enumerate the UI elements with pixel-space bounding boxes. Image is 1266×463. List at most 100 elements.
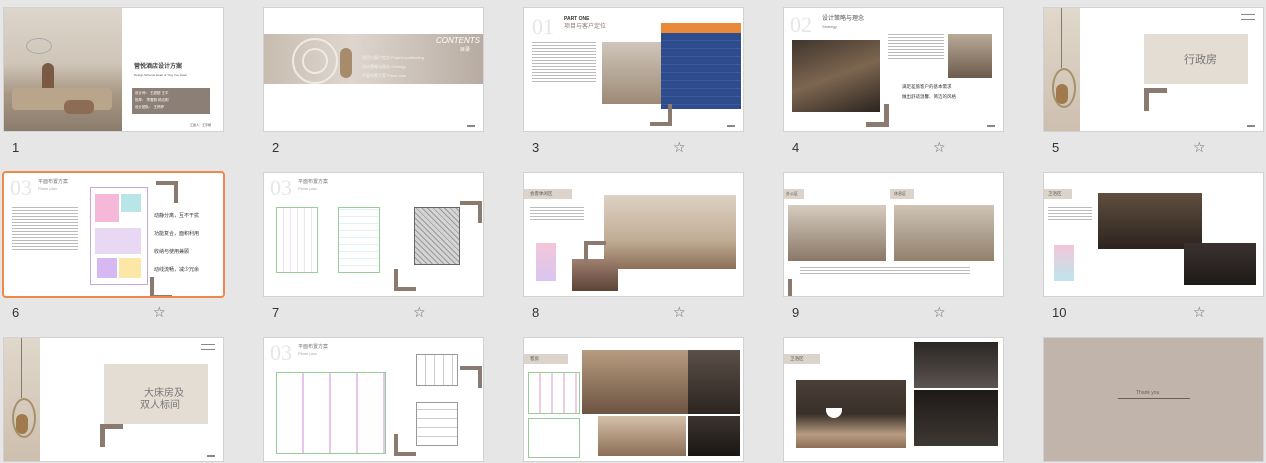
section-number: 03	[10, 175, 32, 200]
data-table	[661, 33, 741, 109]
slide-subtitle: Design Scheme Hotel of Ying Yue Hotel	[134, 73, 187, 77]
vanity-photo	[1098, 193, 1202, 249]
elevation-bottom	[416, 402, 458, 446]
section-drawing	[528, 418, 580, 458]
slide-sub: Plane plan	[38, 186, 57, 191]
contents-title: CONTENTS	[436, 36, 480, 45]
slide-thumbnail-7[interactable]: 03 平面布置方案 Plane plan	[264, 173, 483, 296]
contents-sub: 目录	[460, 47, 471, 53]
room-plan	[528, 372, 580, 414]
slide-thumbnail-15[interactable]: Thank you	[1044, 338, 1263, 461]
body-text	[532, 42, 596, 84]
slide-thumbnail-9[interactable]: 办公区 休息区	[784, 173, 1003, 296]
office-photo	[788, 205, 886, 261]
slide-thumbnail-5[interactable]: 行政房	[1044, 8, 1263, 131]
toc-item-2: 设计策略与理念 Strategy	[362, 64, 407, 69]
slide-thumbnail-11[interactable]: 大床房及 双人标间	[4, 338, 223, 461]
shower-photo	[914, 342, 998, 388]
area-label: 卫浴区	[1048, 191, 1062, 196]
section-number: 03	[270, 175, 292, 200]
slide-title: 项目与客户定位	[564, 24, 607, 30]
slide-sub: Plane plan	[298, 351, 317, 356]
star-outline-icon[interactable]: ☆	[933, 140, 947, 154]
rest-photo	[894, 205, 994, 261]
slide-number: 4	[792, 140, 800, 155]
slide-title: Thank you	[1136, 390, 1160, 396]
toc-item-3: 平面布置方案 Plane plan	[362, 73, 407, 78]
design-note-4: 动线流畅，减少冗余	[154, 267, 200, 273]
slide-title: 平面布置方案	[298, 179, 329, 185]
basin-photo	[796, 380, 906, 448]
floor-plan	[90, 187, 148, 285]
toilet-photo	[914, 390, 998, 446]
body-text	[800, 267, 970, 276]
slide-thumbnail-1[interactable]: 营悦酒店设计方案 Design Scheme Hotel of Ying Yue…	[4, 8, 223, 131]
area-label-left: 办公区	[786, 191, 798, 196]
star-outline-icon[interactable]: ☆	[673, 140, 687, 154]
presenter: 汇报人：王宇翔	[190, 123, 212, 127]
slide-title: 设计策略与理念	[822, 16, 865, 22]
window-photo	[688, 350, 740, 414]
room-photo	[602, 42, 662, 104]
slide-sub: Plane plan	[298, 186, 317, 191]
slide-sub: Strategy	[822, 24, 837, 29]
slide-thumbnail-8[interactable]: 会客休闲区	[524, 173, 743, 296]
body-text	[12, 207, 78, 252]
floor-plan-b	[338, 207, 380, 273]
star-outline-icon[interactable]: ☆	[153, 305, 167, 319]
slide-number: 3	[532, 140, 540, 155]
orange-header	[661, 23, 741, 33]
mini-plan	[1054, 245, 1074, 281]
star-outline-icon[interactable]: ☆	[933, 305, 947, 319]
slide-thumbnail-14[interactable]: 卫浴区	[784, 338, 1003, 461]
section-number: 02	[790, 12, 812, 37]
section-number: 01	[532, 14, 554, 39]
elevation-top	[416, 354, 458, 386]
meta-box: 设计师： 王甜甜 王平 指导： 李雪丽 杨志刚 设计团队： 王婷婷	[132, 88, 210, 114]
slide-thumbnail-6[interactable]: 03 平面布置方案 Plane plan 动静分离，互不干扰 功能复合，面积利用…	[4, 173, 223, 296]
area-label: 卫浴区	[790, 356, 804, 361]
slide-title: 平面布置方案	[298, 344, 329, 350]
slide-thumbnail-2[interactable]: CONTENTS 目录 项目与客户定位 Project positioning …	[264, 8, 483, 131]
section-number: 03	[270, 340, 292, 365]
quote-2: 做出舒适温馨、简洁的风格	[902, 94, 956, 99]
design-note-3: 收纳与使用兼顾	[154, 249, 190, 255]
lounge-photo	[604, 195, 736, 269]
mini-plan	[536, 243, 556, 281]
strategy-text	[888, 34, 944, 61]
toc-item-1: 项目与客户定位 Project positioning	[362, 55, 424, 60]
lamp-detail-photo	[688, 416, 740, 456]
area-label: 会客休闲区	[530, 191, 553, 196]
slide-title: 平面布置方案	[38, 179, 69, 185]
part-label: PART ONE	[564, 16, 590, 22]
slide-title: 行政房	[1184, 54, 1217, 66]
divider	[1118, 398, 1190, 399]
slide-number: 10	[1052, 305, 1067, 320]
slide-thumbnail-13[interactable]: 客房	[524, 338, 743, 461]
design-note-2: 功能复合，面积利用	[154, 231, 200, 237]
floor-plan-a	[276, 207, 318, 273]
ceiling-plan	[414, 207, 460, 265]
pendant-lamp-photo	[4, 338, 40, 461]
slide-number: 1	[12, 140, 20, 155]
star-outline-icon[interactable]: ☆	[1193, 305, 1207, 319]
design-note-1: 动静分离，互不干扰	[154, 213, 200, 219]
bedroom-photo	[582, 350, 690, 414]
star-outline-icon[interactable]: ☆	[1193, 140, 1207, 154]
body-text	[530, 207, 584, 222]
star-outline-icon[interactable]: ☆	[673, 305, 687, 319]
bed-detail-photo	[598, 416, 686, 456]
slide-number: 5	[1052, 140, 1060, 155]
slide-number: 2	[272, 140, 280, 155]
slide-thumbnail-4[interactable]: 02 设计策略与理念 Strategy 满足差旅客户的基本需求 做出舒适温馨、简…	[784, 8, 1003, 131]
slide-thumbnail-10[interactable]: 卫浴区	[1044, 173, 1263, 296]
slide-title-line2: 双人标间	[140, 400, 180, 411]
body-text	[1048, 207, 1092, 222]
slide-thumbnail-3[interactable]: 01 PART ONE 项目与客户定位	[524, 8, 743, 131]
slide-number: 7	[272, 305, 280, 320]
slide-title-line1: 大床房及	[144, 388, 184, 399]
detail-photo	[572, 259, 618, 291]
star-outline-icon[interactable]: ☆	[413, 305, 427, 319]
living-room-photo	[4, 8, 122, 131]
slide-thumbnail-12[interactable]: 03 平面布置方案 Plane plan	[264, 338, 483, 461]
